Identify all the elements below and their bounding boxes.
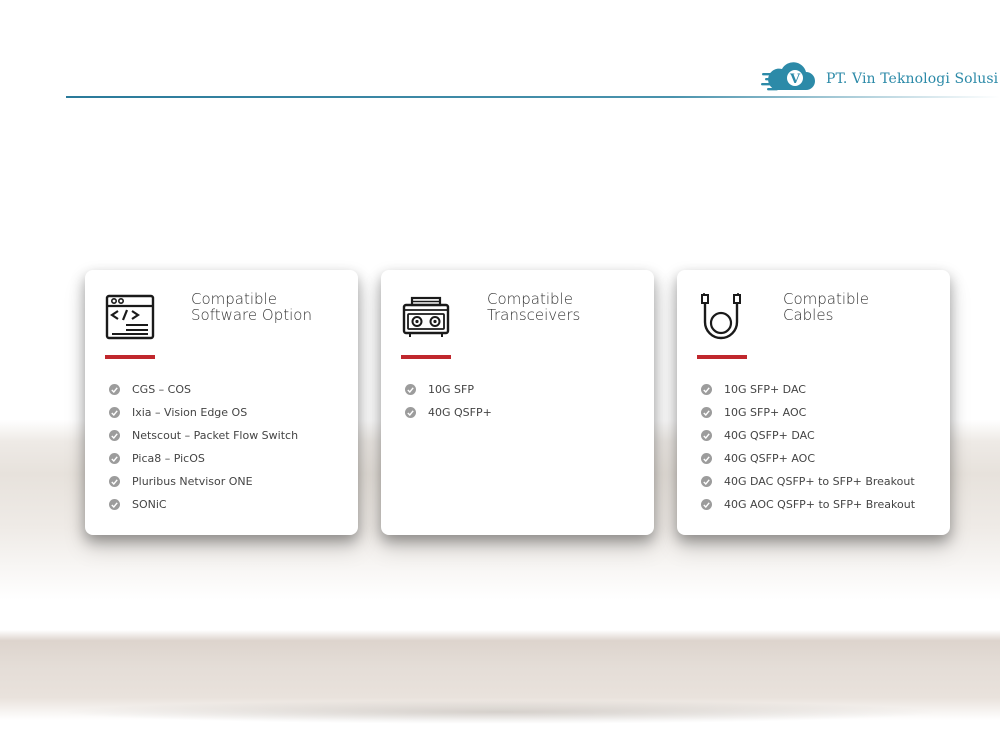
list-item-text: Netscout – Packet Flow Switch [132, 429, 299, 442]
list-item-text: 40G QSFP+ DAC [724, 429, 815, 442]
card-title-line2: Transceivers [487, 306, 581, 324]
check-circle-icon [109, 453, 120, 464]
card-cables: Compatible Cables 10G SFP+ DAC 10G SFP+ … [677, 270, 950, 535]
check-circle-icon [405, 384, 416, 395]
check-circle-icon [109, 430, 120, 441]
list-item: Ixia – Vision Edge OS [109, 401, 298, 424]
card-title-line2: Software Option [191, 306, 312, 324]
transceiver-icon [402, 296, 450, 337]
background-shadow [60, 700, 940, 724]
cable-icon [701, 293, 741, 340]
list-item-text: 10G SFP [428, 383, 474, 396]
header-divider [66, 96, 1000, 98]
list-item-text: CGS – COS [132, 383, 192, 396]
company-logo: V PT. Vin Teknologi Solusi [760, 62, 998, 96]
list-item-text: 40G QSFP+ AOC [724, 452, 816, 465]
list-item-text: Pluribus Netvisor ONE [132, 475, 253, 488]
check-circle-icon [405, 407, 416, 418]
check-circle-icon [701, 476, 712, 487]
check-circle-icon [701, 384, 712, 395]
company-name: PT. Vin Teknologi Solusi [826, 71, 999, 87]
check-circle-icon [109, 499, 120, 510]
list-item: 10G SFP [405, 378, 492, 401]
list-item-text: 10G SFP+ DAC [724, 383, 806, 396]
list-item-text: 40G QSFP+ [428, 406, 492, 419]
accent-bar [697, 355, 747, 359]
check-circle-icon [701, 499, 712, 510]
list-item: CGS – COS [109, 378, 298, 401]
card-title: Compatible Cables [783, 291, 943, 323]
list-item-text: 40G AOC QSFP+ to SFP+ Breakout [724, 498, 916, 511]
card-software: Compatible Software Option CGS – COS Ixi… [85, 270, 358, 535]
check-circle-icon [701, 453, 712, 464]
list-item-text: Ixia – Vision Edge OS [132, 406, 248, 419]
list-item-text: 40G DAC QSFP+ to SFP+ Breakout [724, 475, 915, 488]
list-item: 40G QSFP+ DAC [701, 424, 915, 447]
list-item: 10G SFP+ DAC [701, 378, 915, 401]
code-window-icon [105, 294, 155, 340]
accent-bar [105, 355, 155, 359]
accent-bar [401, 355, 451, 359]
transceivers-list: 10G SFP 40G QSFP+ [405, 378, 492, 424]
list-item: 10G SFP+ AOC [701, 401, 915, 424]
card-transceivers: Compatible Transceivers 10G SFP 40G QSFP… [381, 270, 654, 535]
list-item: 40G AOC QSFP+ to SFP+ Breakout [701, 493, 915, 516]
card-title-line1: Compatible [487, 290, 573, 308]
list-item: 40G QSFP+ [405, 401, 492, 424]
software-list: CGS – COS Ixia – Vision Edge OS Netscout… [109, 378, 298, 516]
card-title-line1: Compatible [191, 290, 277, 308]
card-title: Compatible Software Option [191, 291, 351, 323]
list-item-text: 10G SFP+ AOC [724, 406, 807, 419]
card-title-line1: Compatible [783, 290, 869, 308]
list-item: SONiC [109, 493, 298, 516]
list-item: Netscout – Packet Flow Switch [109, 424, 298, 447]
list-item-text: Pica8 – PicOS [132, 452, 205, 465]
list-item: Pica8 – PicOS [109, 447, 298, 470]
check-circle-icon [109, 384, 120, 395]
list-item-text: SONiC [132, 498, 167, 511]
check-circle-icon [109, 476, 120, 487]
card-title: Compatible Transceivers [487, 291, 647, 323]
check-circle-icon [109, 407, 120, 418]
logo-letter: V [789, 72, 801, 87]
cloud-logo-icon: V [761, 62, 815, 91]
card-title-line2: Cables [783, 306, 834, 324]
cables-list: 10G SFP+ DAC 10G SFP+ AOC 40G QSFP+ DAC … [701, 378, 915, 516]
check-circle-icon [701, 407, 712, 418]
check-circle-icon [701, 430, 712, 441]
list-item: 40G DAC QSFP+ to SFP+ Breakout [701, 470, 915, 493]
list-item: Pluribus Netvisor ONE [109, 470, 298, 493]
list-item: 40G QSFP+ AOC [701, 447, 915, 470]
